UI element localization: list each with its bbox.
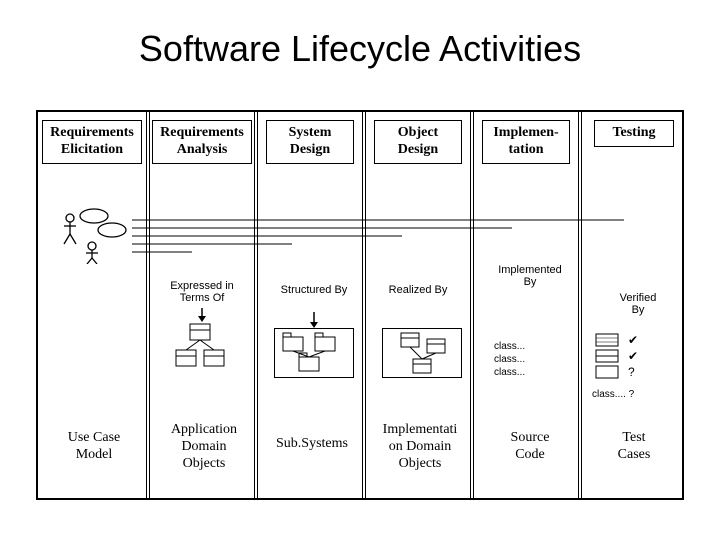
artifact-label: SourceCode — [482, 430, 578, 464]
svg-text:?: ? — [628, 365, 635, 379]
class-boxes-icon — [172, 322, 232, 378]
col-divider — [254, 112, 258, 498]
link-label: ImplementedBy — [486, 264, 574, 288]
class-list: class...class...class... — [494, 340, 525, 379]
artifact-label: TestCases — [590, 430, 678, 464]
artifact-label: Use CaseModel — [46, 430, 142, 464]
class-question: class.... ? — [592, 388, 634, 401]
link-label: Realized By — [374, 284, 462, 296]
artifact-label: Sub.Systems — [264, 436, 360, 453]
actors-icon — [56, 204, 132, 264]
col-divider — [470, 112, 474, 498]
packages-icon — [275, 329, 355, 379]
link-label: Structured By — [270, 284, 358, 296]
testcase-icons: ✔ ✔ ? — [594, 332, 674, 386]
artifact-label: ApplicationDomainObjects — [156, 422, 252, 472]
col-header: Testing — [594, 120, 674, 147]
svg-text:✔: ✔ — [628, 333, 638, 347]
link-label: Expressed inTerms Of — [158, 280, 246, 304]
col-header: Implemen-tation — [482, 120, 570, 164]
col-header: RequirementsElicitation — [42, 120, 142, 164]
impl-domain-box — [382, 328, 462, 378]
col-divider — [578, 112, 582, 498]
arrow-down-icon — [196, 308, 208, 322]
link-label: VerifiedBy — [602, 292, 674, 316]
col-divider — [146, 112, 150, 498]
col-header: RequirementsAnalysis — [152, 120, 252, 164]
col-header: ObjectDesign — [374, 120, 462, 164]
col-header: SystemDesign — [266, 120, 354, 164]
arrow-down-icon — [308, 312, 320, 328]
artifact-label: Implementation DomainObjects — [372, 422, 468, 472]
subsystems-box — [274, 328, 354, 378]
svg-text:✔: ✔ — [628, 349, 638, 363]
slide: Software Lifecycle Activities Requiremen… — [0, 0, 720, 540]
col-divider — [362, 112, 366, 498]
class-diagram-icon — [383, 329, 463, 379]
slide-title: Software Lifecycle Activities — [0, 0, 720, 80]
diagram-frame: RequirementsElicitation RequirementsAnal… — [36, 110, 684, 500]
